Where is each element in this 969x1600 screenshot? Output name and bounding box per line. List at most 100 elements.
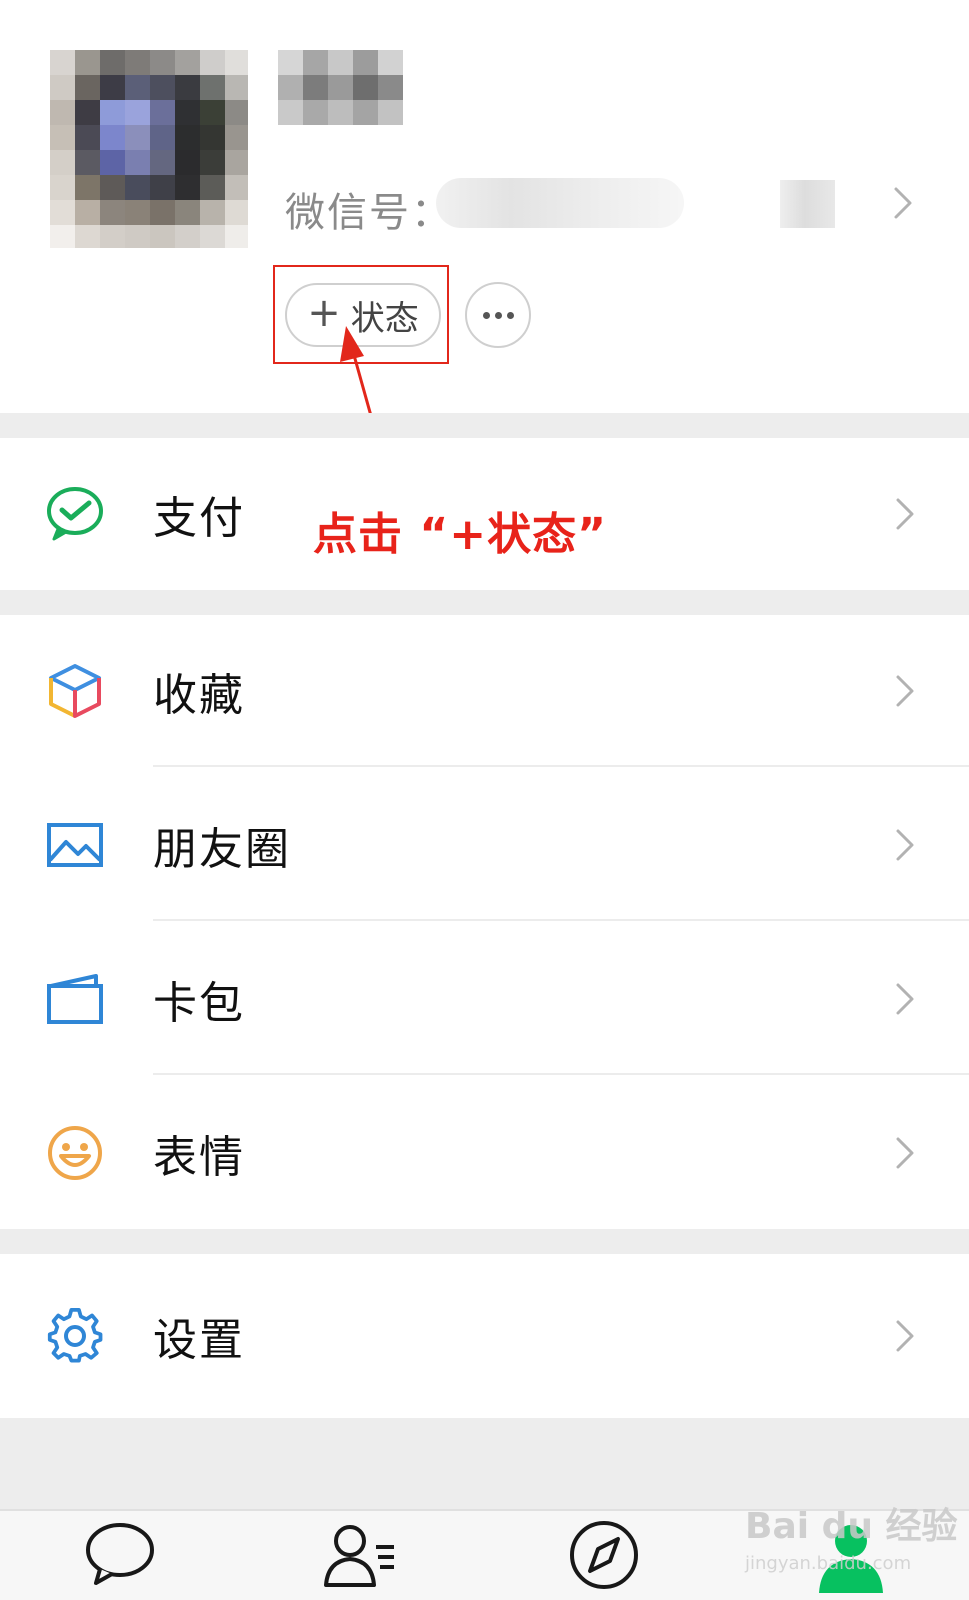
avatar-pixel <box>100 125 125 150</box>
avatar-pixel <box>125 100 150 125</box>
more-dots-icon <box>482 311 490 319</box>
menu-item-settings[interactable]: 设置 <box>0 1254 969 1418</box>
chevron-right-icon[interactable] <box>893 186 913 220</box>
more-dot <box>494 311 502 319</box>
avatar-pixel <box>75 225 100 248</box>
discover-compass-icon[interactable] <box>566 1517 642 1593</box>
chevron-right-icon <box>896 498 914 530</box>
menu-item-favorites[interactable]: 收藏 <box>0 615 969 767</box>
smiley-icon <box>48 1126 102 1180</box>
menu-label-cards: 卡包 <box>153 978 245 1029</box>
avatar-pixel <box>50 50 75 75</box>
profile-header: 微信号： + 状态 <box>0 0 969 413</box>
avatar-pixel <box>225 125 248 150</box>
avatar-pixel <box>175 125 200 150</box>
nickname-pixel <box>278 75 303 100</box>
avatar-pixel <box>100 50 125 75</box>
avatar-pixel <box>200 100 225 125</box>
avatar-pixel <box>125 75 150 100</box>
chevron-right-icon <box>896 1320 914 1352</box>
avatar-pixel <box>200 125 225 150</box>
nickname-pixel <box>378 50 403 75</box>
avatar-pixel <box>150 175 175 200</box>
menu-label-settings: 设置 <box>153 1315 245 1366</box>
avatar-pixel <box>75 150 100 175</box>
avatar-pixel <box>175 75 200 100</box>
avatar-pixel <box>75 125 100 150</box>
contacts-icon[interactable] <box>322 1517 398 1593</box>
wechat-id-label: 微信号： <box>285 190 453 236</box>
avatar-pixel <box>100 175 125 200</box>
avatar-pixel <box>125 225 150 248</box>
nickname-pixel <box>353 75 378 100</box>
avatar-pixel <box>50 100 75 125</box>
avatar-pixel <box>225 100 248 125</box>
nickname-pixel <box>278 50 303 75</box>
avatar-pixel <box>200 75 225 100</box>
empty-area <box>0 1418 969 1509</box>
divider <box>153 765 969 767</box>
menu-label-stickers: 表情 <box>153 1132 245 1183</box>
nickname-pixel <box>328 50 353 75</box>
avatar-pixel <box>175 175 200 200</box>
chats-icon[interactable] <box>82 1517 158 1593</box>
avatar-pixel <box>100 150 125 175</box>
avatar-pixel <box>125 50 150 75</box>
avatar-pixel <box>175 50 200 75</box>
avatar-pixel <box>50 225 75 248</box>
pay-icon <box>47 487 103 541</box>
avatar-pixel <box>100 75 125 100</box>
nickname-pixel <box>378 75 403 100</box>
nickname-pixel <box>353 50 378 75</box>
avatar-pixel <box>200 175 225 200</box>
avatar-pixel <box>225 225 248 248</box>
menu-item-stickers[interactable]: 表情 <box>0 1077 969 1229</box>
avatar-pixel <box>100 225 125 248</box>
avatar-pixel <box>150 225 175 248</box>
section-gap <box>0 590 969 615</box>
more-button[interactable] <box>465 282 531 348</box>
avatar-pixel <box>225 175 248 200</box>
gear-icon <box>47 1307 103 1363</box>
menu-item-cards[interactable]: 卡包 <box>0 923 969 1075</box>
avatar-pixel <box>150 100 175 125</box>
menu-label-moments: 朋友圈 <box>153 824 291 875</box>
annotation-text: 点击 “+状态” <box>313 509 608 560</box>
avatar-pixel <box>50 125 75 150</box>
menu-label-favorites: 收藏 <box>153 670 245 721</box>
chevron-right-icon <box>896 829 914 861</box>
cube-icon <box>49 664 101 718</box>
menu-label-pay: 支付 <box>153 493 245 544</box>
qr-code-icon[interactable] <box>780 180 835 228</box>
avatar-pixel <box>125 125 150 150</box>
avatar-pixel <box>225 50 248 75</box>
avatar-pixel <box>200 150 225 175</box>
avatar-pixel <box>75 175 100 200</box>
avatar-pixel <box>125 150 150 175</box>
nickname-pixel <box>303 50 328 75</box>
avatar-pixel <box>150 75 175 100</box>
avatar-pixel <box>75 75 100 100</box>
avatar-pixel <box>175 225 200 248</box>
divider <box>153 919 969 921</box>
nickname-blurred <box>278 50 404 126</box>
avatar-pixel <box>150 200 175 225</box>
chevron-right-icon <box>896 675 914 707</box>
section-gap <box>0 1229 969 1254</box>
avatar-pixel <box>225 200 248 225</box>
avatar-pixel <box>75 100 100 125</box>
image-icon <box>47 823 103 867</box>
avatar-pixel <box>150 150 175 175</box>
watermark-logo: Bai du 经验 <box>745 1506 958 1547</box>
avatar-pixel <box>175 200 200 225</box>
more-dot <box>506 311 514 319</box>
watermark-url: jingyan.baidu.com <box>745 1553 912 1574</box>
chevron-right-icon <box>896 1137 914 1169</box>
avatar-pixel <box>225 150 248 175</box>
avatar-pixel <box>150 50 175 75</box>
nickname-pixel <box>278 100 303 125</box>
nickname-pixel <box>328 100 353 125</box>
menu-item-moments[interactable]: 朋友圈 <box>0 769 969 921</box>
avatar[interactable] <box>50 50 248 248</box>
divider <box>153 1073 969 1075</box>
